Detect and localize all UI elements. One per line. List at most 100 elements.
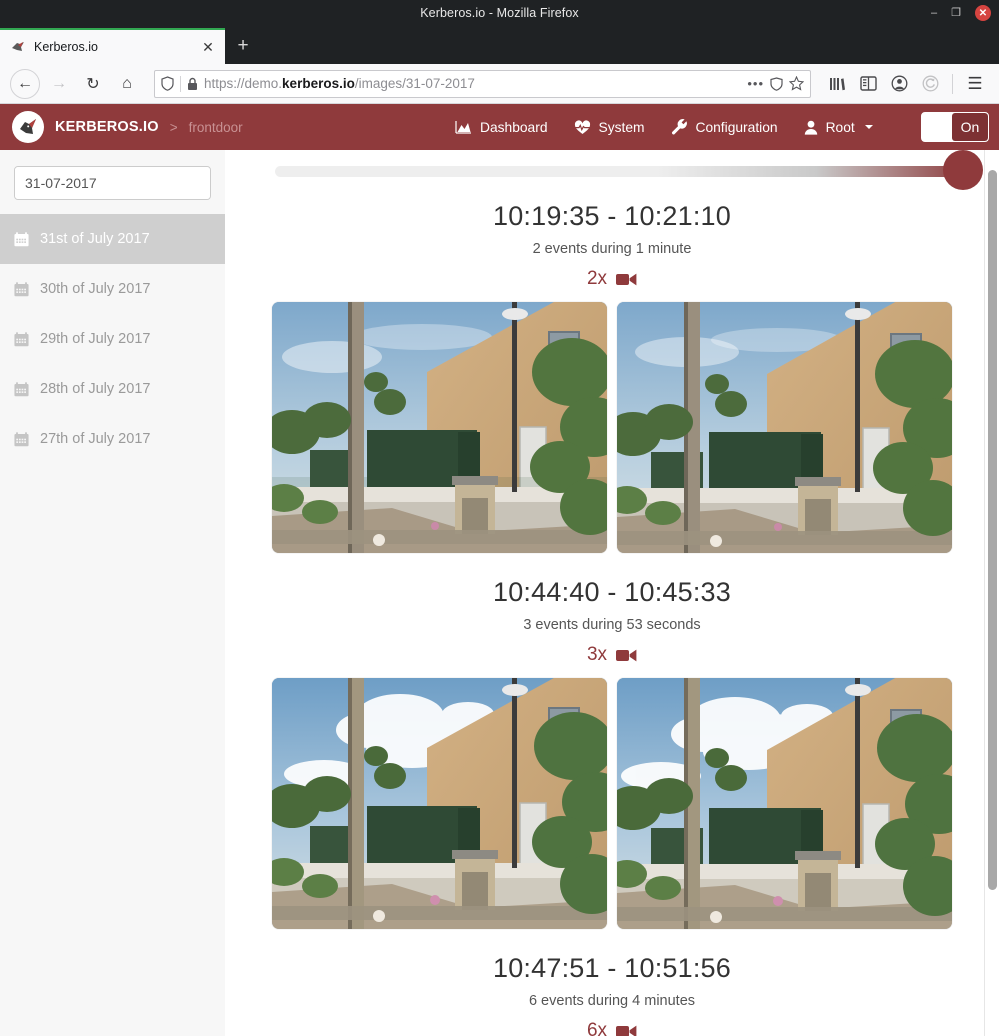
browser-toolbar: ← → ↻ ⌂ https://demo.kerberos.io/images/… bbox=[0, 64, 999, 104]
shield-icon[interactable] bbox=[161, 76, 174, 91]
url-divider bbox=[180, 75, 181, 92]
main-content: 10:19:35 - 10:21:10 2 events during 1 mi… bbox=[225, 150, 999, 1036]
event-thumbnail[interactable] bbox=[272, 678, 607, 929]
heartbeat-icon bbox=[574, 119, 591, 135]
event-count-label: 2x bbox=[586, 268, 608, 289]
home-icon[interactable]: ⌂ bbox=[112, 69, 142, 99]
nav-label-root: Root bbox=[825, 119, 855, 135]
calendar-small-icon bbox=[14, 381, 29, 397]
date-list: 31st of July 2017 30th of July 2017 29th… bbox=[0, 214, 225, 464]
url-domain: kerberos.io bbox=[282, 76, 355, 91]
sidebar: 31st of July 2017 30th of July 2017 29th… bbox=[0, 150, 225, 1036]
event-thumbnail[interactable] bbox=[617, 678, 952, 929]
event-count: 2x bbox=[225, 268, 999, 290]
window-title: Kerberos.io - Mozilla Firefox bbox=[420, 6, 579, 20]
toggle-state-label: On bbox=[952, 113, 988, 141]
kerberos-logo-icon bbox=[12, 111, 44, 143]
page-body: 31st of July 2017 30th of July 2017 29th… bbox=[0, 150, 999, 1036]
timeline-slider-container bbox=[225, 150, 999, 190]
brand-separator: > bbox=[169, 119, 178, 135]
event-thumbnail[interactable] bbox=[272, 302, 607, 553]
brand-name: KERBEROS.IO bbox=[55, 119, 159, 135]
calendar-small-icon bbox=[14, 331, 29, 347]
window-controls: – ❐ ✕ bbox=[931, 0, 991, 26]
nav-item-system[interactable]: System bbox=[574, 120, 645, 135]
date-list-item[interactable]: 27th of July 2017 bbox=[0, 414, 225, 464]
url-prefix: https://demo. bbox=[204, 76, 283, 91]
url-text: https://demo.kerberos.io/images/31-07-20… bbox=[204, 76, 741, 91]
event-group: 10:47:51 - 10:51:56 6 events during 4 mi… bbox=[225, 953, 999, 1036]
date-list-item[interactable]: 31st of July 2017 bbox=[0, 214, 225, 264]
nav-item-root-user[interactable]: Root bbox=[804, 120, 873, 135]
hamburger-menu-icon[interactable]: ☰ bbox=[961, 69, 989, 99]
account-icon[interactable] bbox=[885, 69, 913, 99]
area-chart-icon bbox=[455, 120, 472, 134]
date-picker[interactable] bbox=[14, 166, 211, 200]
brand[interactable]: KERBEROS.IO > frontdoor bbox=[12, 111, 243, 143]
event-summary: 6 events during 4 minutes bbox=[528, 993, 696, 1009]
event-group: 10:44:40 - 10:45:33 3 events during 53 s… bbox=[225, 577, 999, 929]
event-thumbnails bbox=[225, 302, 999, 553]
sync-icon[interactable] bbox=[916, 69, 944, 99]
timeline-slider-handle[interactable] bbox=[943, 150, 983, 190]
kerberos-favicon bbox=[10, 39, 26, 55]
user-icon bbox=[804, 120, 818, 135]
event-time-range: 10:19:35 - 10:21:10 bbox=[493, 201, 731, 231]
app-navbar: KERBEROS.IO > frontdoor Dashboard System… bbox=[0, 104, 999, 150]
camera-power-toggle[interactable]: On bbox=[921, 112, 989, 142]
address-bar[interactable]: https://demo.kerberos.io/images/31-07-20… bbox=[154, 69, 811, 98]
video-camera-icon bbox=[616, 1024, 637, 1036]
maximize-button[interactable]: ❐ bbox=[951, 7, 961, 19]
nav-item-configuration[interactable]: Configuration bbox=[671, 119, 778, 135]
page-actions-icon[interactable]: ••• bbox=[747, 76, 764, 91]
chevron-down-icon bbox=[864, 125, 873, 129]
page-scrollbar-thumb[interactable] bbox=[988, 170, 997, 890]
event-thumbnail[interactable] bbox=[617, 302, 952, 553]
date-list-item[interactable]: 30th of July 2017 bbox=[0, 264, 225, 314]
browser-chrome-icons: ☰ bbox=[823, 69, 989, 99]
timeline-slider[interactable] bbox=[275, 150, 983, 190]
event-time-range: 10:47:51 - 10:51:56 bbox=[493, 953, 731, 983]
forward-icon: → bbox=[51, 74, 67, 92]
date-list-item-label: 28th of July 2017 bbox=[40, 381, 151, 397]
event-group: 10:19:35 - 10:21:10 2 events during 1 mi… bbox=[225, 201, 999, 553]
nav-label-dashboard: Dashboard bbox=[480, 119, 548, 135]
browser-tab[interactable]: Kerberos.io ✕ bbox=[0, 28, 225, 64]
event-count-label: 6x bbox=[586, 1020, 608, 1036]
tab-strip: Kerberos.io ✕ + bbox=[0, 26, 999, 64]
nav-item-dashboard[interactable]: Dashboard bbox=[455, 120, 548, 135]
event-count-label: 3x bbox=[586, 644, 608, 665]
reload-icon[interactable]: ↻ bbox=[78, 69, 108, 99]
back-icon[interactable]: ← bbox=[10, 68, 40, 99]
event-summary: 2 events during 1 minute bbox=[532, 241, 692, 257]
date-list-item-label: 29th of July 2017 bbox=[40, 331, 151, 347]
calendar-small-icon bbox=[14, 231, 29, 247]
calendar-small-icon bbox=[14, 431, 29, 447]
calendar-small-icon bbox=[14, 281, 29, 297]
nav-label-system: System bbox=[598, 119, 645, 135]
minimize-button[interactable]: – bbox=[931, 7, 937, 19]
date-picker-container bbox=[0, 150, 225, 214]
date-input[interactable] bbox=[15, 167, 210, 199]
url-path: /images/31-07-2017 bbox=[354, 76, 475, 91]
event-thumbnails bbox=[225, 678, 999, 929]
brand-device: frontdoor bbox=[188, 119, 243, 135]
date-list-item-label: 27th of July 2017 bbox=[40, 431, 151, 447]
library-icon[interactable] bbox=[823, 69, 851, 99]
lock-icon[interactable] bbox=[187, 77, 198, 91]
event-summary: 3 events during 53 seconds bbox=[523, 617, 701, 633]
event-count: 6x bbox=[225, 1020, 999, 1036]
bookmark-star-icon[interactable] bbox=[789, 76, 804, 91]
new-tab-button[interactable]: + bbox=[225, 28, 261, 64]
toolbar-divider bbox=[952, 73, 953, 94]
date-list-item[interactable]: 28th of July 2017 bbox=[0, 364, 225, 414]
date-list-item-label: 30th of July 2017 bbox=[40, 281, 151, 297]
close-window-button[interactable]: ✕ bbox=[975, 5, 991, 21]
event-count: 3x bbox=[225, 644, 999, 666]
close-tab-icon[interactable]: ✕ bbox=[199, 38, 217, 56]
date-list-item[interactable]: 29th of July 2017 bbox=[0, 314, 225, 364]
page-scrollbar[interactable] bbox=[984, 150, 999, 1036]
browser-titlebar: Kerberos.io - Mozilla Firefox – ❐ ✕ bbox=[0, 0, 999, 26]
sidebar-icon[interactable] bbox=[854, 69, 882, 99]
tracking-protection-icon[interactable] bbox=[770, 76, 783, 91]
